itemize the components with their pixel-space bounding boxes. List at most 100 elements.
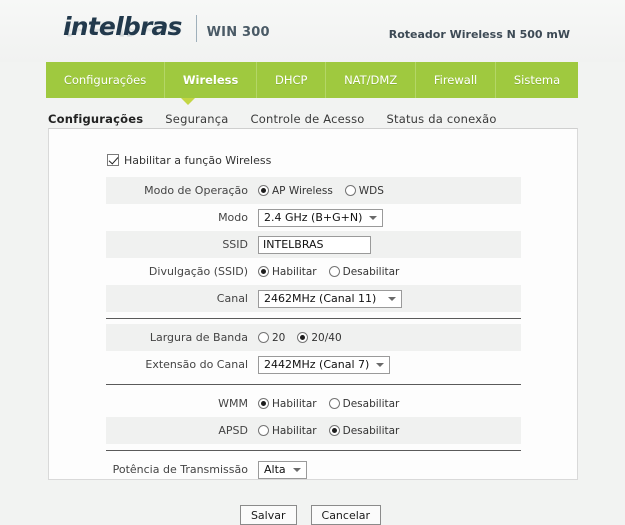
page-header: intelbras intelbras WIN 300 Roteador Wir… bbox=[0, 0, 625, 62]
radio-apsd-desabilitar-label: Desabilitar bbox=[342, 424, 400, 437]
radio-wds-label: WDS bbox=[358, 184, 384, 197]
logo-wordmark: intelbras intelbras bbox=[63, 12, 182, 41]
label-extensao-do-canal: Extensão do Canal bbox=[145, 358, 248, 371]
radio-wmm-desabilitar[interactable]: Desabilitar bbox=[328, 397, 400, 410]
sub-navigation: Configurações Segurança Controle de Aces… bbox=[48, 112, 497, 126]
nav-item-configuracoes[interactable]: Configurações bbox=[46, 62, 166, 98]
control-modo-de-operacao: AP Wireless WDS bbox=[258, 185, 521, 197]
radio-divulgacao-habilitar-label: Habilitar bbox=[272, 265, 317, 278]
radio-apsd-desabilitar-indicator bbox=[328, 425, 340, 436]
select-extensao-do-canal[interactable]: 2442MHz (Canal 7) bbox=[258, 355, 391, 374]
brand-logo: intelbras intelbras WIN 300 bbox=[63, 14, 270, 42]
nav-item-nat-dmz[interactable]: NAT/DMZ bbox=[326, 62, 417, 98]
label-modo: Modo bbox=[218, 211, 248, 224]
row-modo-de-operacao: Modo de Operação AP Wireless WDS bbox=[106, 177, 521, 204]
logo-divider bbox=[195, 15, 197, 42]
chevron-down-icon bbox=[388, 296, 396, 301]
row-wmm: WMM Habilitar Desabilitar bbox=[106, 390, 521, 417]
row-largura-de-banda: Largura de Banda 20 20/40 bbox=[106, 324, 521, 351]
radio-divulgacao-habilitar-indicator bbox=[258, 266, 269, 277]
section-divider-2 bbox=[106, 384, 521, 385]
logo-text: intelbras bbox=[63, 12, 182, 41]
subnav-item-status-da-conexao[interactable]: Status da conexão bbox=[387, 112, 497, 126]
row-canal: Canal 2462MHz (Canal 11) bbox=[106, 285, 521, 312]
radio-wmm-desabilitar-indicator bbox=[328, 398, 340, 409]
select-modo[interactable]: 2.4 GHz (B+G+N) bbox=[258, 208, 384, 227]
radio-banda-20[interactable]: 20 bbox=[258, 332, 285, 344]
section-divider-1 bbox=[106, 318, 521, 319]
row-extensao-do-canal: Extensão do Canal 2442MHz (Canal 7) bbox=[106, 351, 521, 378]
ssid-input[interactable] bbox=[258, 235, 371, 254]
radio-apsd-habilitar[interactable]: Habilitar bbox=[258, 425, 317, 437]
subnav-item-seguranca[interactable]: Segurança bbox=[165, 112, 228, 126]
control-ssid bbox=[258, 235, 521, 254]
radio-divulgacao-desabilitar-label: Desabilitar bbox=[342, 265, 400, 278]
radio-divulgacao-desabilitar-indicator bbox=[328, 266, 340, 277]
enable-wireless-label: Habilitar a função Wireless bbox=[124, 153, 272, 167]
chevron-down-icon bbox=[376, 362, 385, 367]
label-modo-de-operacao: Modo de Operação bbox=[144, 184, 248, 197]
radio-wds[interactable]: WDS bbox=[344, 184, 384, 197]
control-apsd: Habilitar Desabilitar bbox=[258, 425, 521, 437]
select-canal[interactable]: 2462MHz (Canal 11) bbox=[258, 289, 402, 308]
chevron-down-icon bbox=[292, 467, 301, 472]
logo-model: WIN 300 bbox=[206, 25, 270, 40]
control-divulgacao-ssid: Habilitar Desabilitar bbox=[258, 266, 521, 278]
product-title: Roteador Wireless N 500 mW bbox=[388, 28, 570, 41]
radio-apsd-desabilitar[interactable]: Desabilitar bbox=[328, 424, 400, 437]
nav-item-firewall[interactable]: Firewall bbox=[416, 62, 497, 98]
radio-divulgacao-habilitar[interactable]: Habilitar bbox=[258, 266, 317, 278]
label-ssid: SSID bbox=[222, 238, 248, 251]
radio-banda-20-indicator bbox=[258, 332, 269, 343]
select-extensao-do-canal-value: 2442MHz (Canal 7) bbox=[264, 358, 370, 371]
radio-wmm-habilitar[interactable]: Habilitar bbox=[258, 398, 317, 410]
form-actions: Salvar Cancelar bbox=[106, 505, 521, 525]
nav-item-sistema[interactable]: Sistema bbox=[496, 62, 578, 98]
control-wmm: Habilitar Desabilitar bbox=[258, 398, 521, 410]
label-potencia-de-transmissao: Potência de Transmissão bbox=[112, 463, 248, 476]
row-potencia-de-transmissao: Potência de Transmissão Alta bbox=[106, 456, 521, 483]
row-divulgacao-ssid: Divulgação (SSID) Habilitar Desabilitar bbox=[106, 258, 521, 285]
wireless-settings-form: Habilitar a função Wireless Modo de Oper… bbox=[106, 149, 521, 525]
radio-wmm-habilitar-indicator bbox=[258, 398, 269, 409]
label-largura-de-banda: Largura de Banda bbox=[149, 331, 248, 344]
nav-item-dhcp[interactable]: DHCP bbox=[257, 62, 327, 98]
radio-banda-20-40-indicator bbox=[297, 332, 309, 343]
subnav-item-controle-de-acesso[interactable]: Controle de Acesso bbox=[251, 112, 365, 126]
control-canal: 2462MHz (Canal 11) bbox=[258, 289, 521, 308]
radio-banda-20-40[interactable]: 20/40 bbox=[297, 331, 342, 344]
select-modo-value: 2.4 GHz (B+G+N) bbox=[264, 211, 363, 224]
content-panel: Habilitar a função Wireless Modo de Oper… bbox=[48, 128, 578, 525]
label-apsd: APSD bbox=[218, 424, 248, 437]
control-potencia-de-transmissao: Alta bbox=[258, 460, 521, 479]
radio-banda-20-label: 20 bbox=[272, 331, 286, 344]
radio-wmm-desabilitar-label: Desabilitar bbox=[342, 397, 400, 410]
nav-item-wireless[interactable]: Wireless bbox=[165, 62, 258, 98]
select-potencia-de-transmissao[interactable]: Alta bbox=[258, 460, 307, 479]
cancel-button[interactable]: Cancelar bbox=[310, 505, 382, 525]
subnav-item-configuracoes[interactable]: Configurações bbox=[48, 112, 143, 126]
enable-wireless-row: Habilitar a função Wireless bbox=[106, 149, 521, 171]
label-wmm: WMM bbox=[218, 397, 248, 410]
control-largura-de-banda: 20 20/40 bbox=[258, 332, 521, 344]
radio-divulgacao-desabilitar[interactable]: Desabilitar bbox=[328, 265, 400, 278]
select-potencia-value: Alta bbox=[264, 463, 286, 476]
save-button[interactable]: Salvar bbox=[239, 505, 297, 525]
main-navigation: Configurações Wireless DHCP NAT/DMZ Fire… bbox=[46, 62, 578, 98]
enable-wireless-checkbox[interactable] bbox=[107, 154, 119, 166]
active-tab-pointer-icon bbox=[181, 98, 195, 105]
label-divulgacao-ssid: Divulgação (SSID) bbox=[148, 265, 248, 278]
radio-wds-indicator bbox=[344, 185, 356, 196]
radio-apsd-habilitar-indicator bbox=[258, 425, 269, 436]
section-divider-3 bbox=[106, 450, 521, 451]
row-apsd: APSD Habilitar Desabilitar bbox=[106, 417, 521, 444]
radio-ap-wireless[interactable]: AP Wireless bbox=[258, 185, 333, 197]
main-navigation-wrapper: Configurações Wireless DHCP NAT/DMZ Fire… bbox=[0, 62, 625, 105]
row-ssid: SSID bbox=[106, 231, 521, 258]
radio-wmm-habilitar-label: Habilitar bbox=[272, 397, 317, 410]
label-canal: Canal bbox=[216, 292, 248, 305]
radio-banda-20-40-label: 20/40 bbox=[311, 331, 342, 344]
control-modo: 2.4 GHz (B+G+N) bbox=[258, 208, 521, 227]
control-extensao-do-canal: 2442MHz (Canal 7) bbox=[258, 355, 521, 374]
radio-ap-wireless-label: AP Wireless bbox=[272, 184, 333, 197]
